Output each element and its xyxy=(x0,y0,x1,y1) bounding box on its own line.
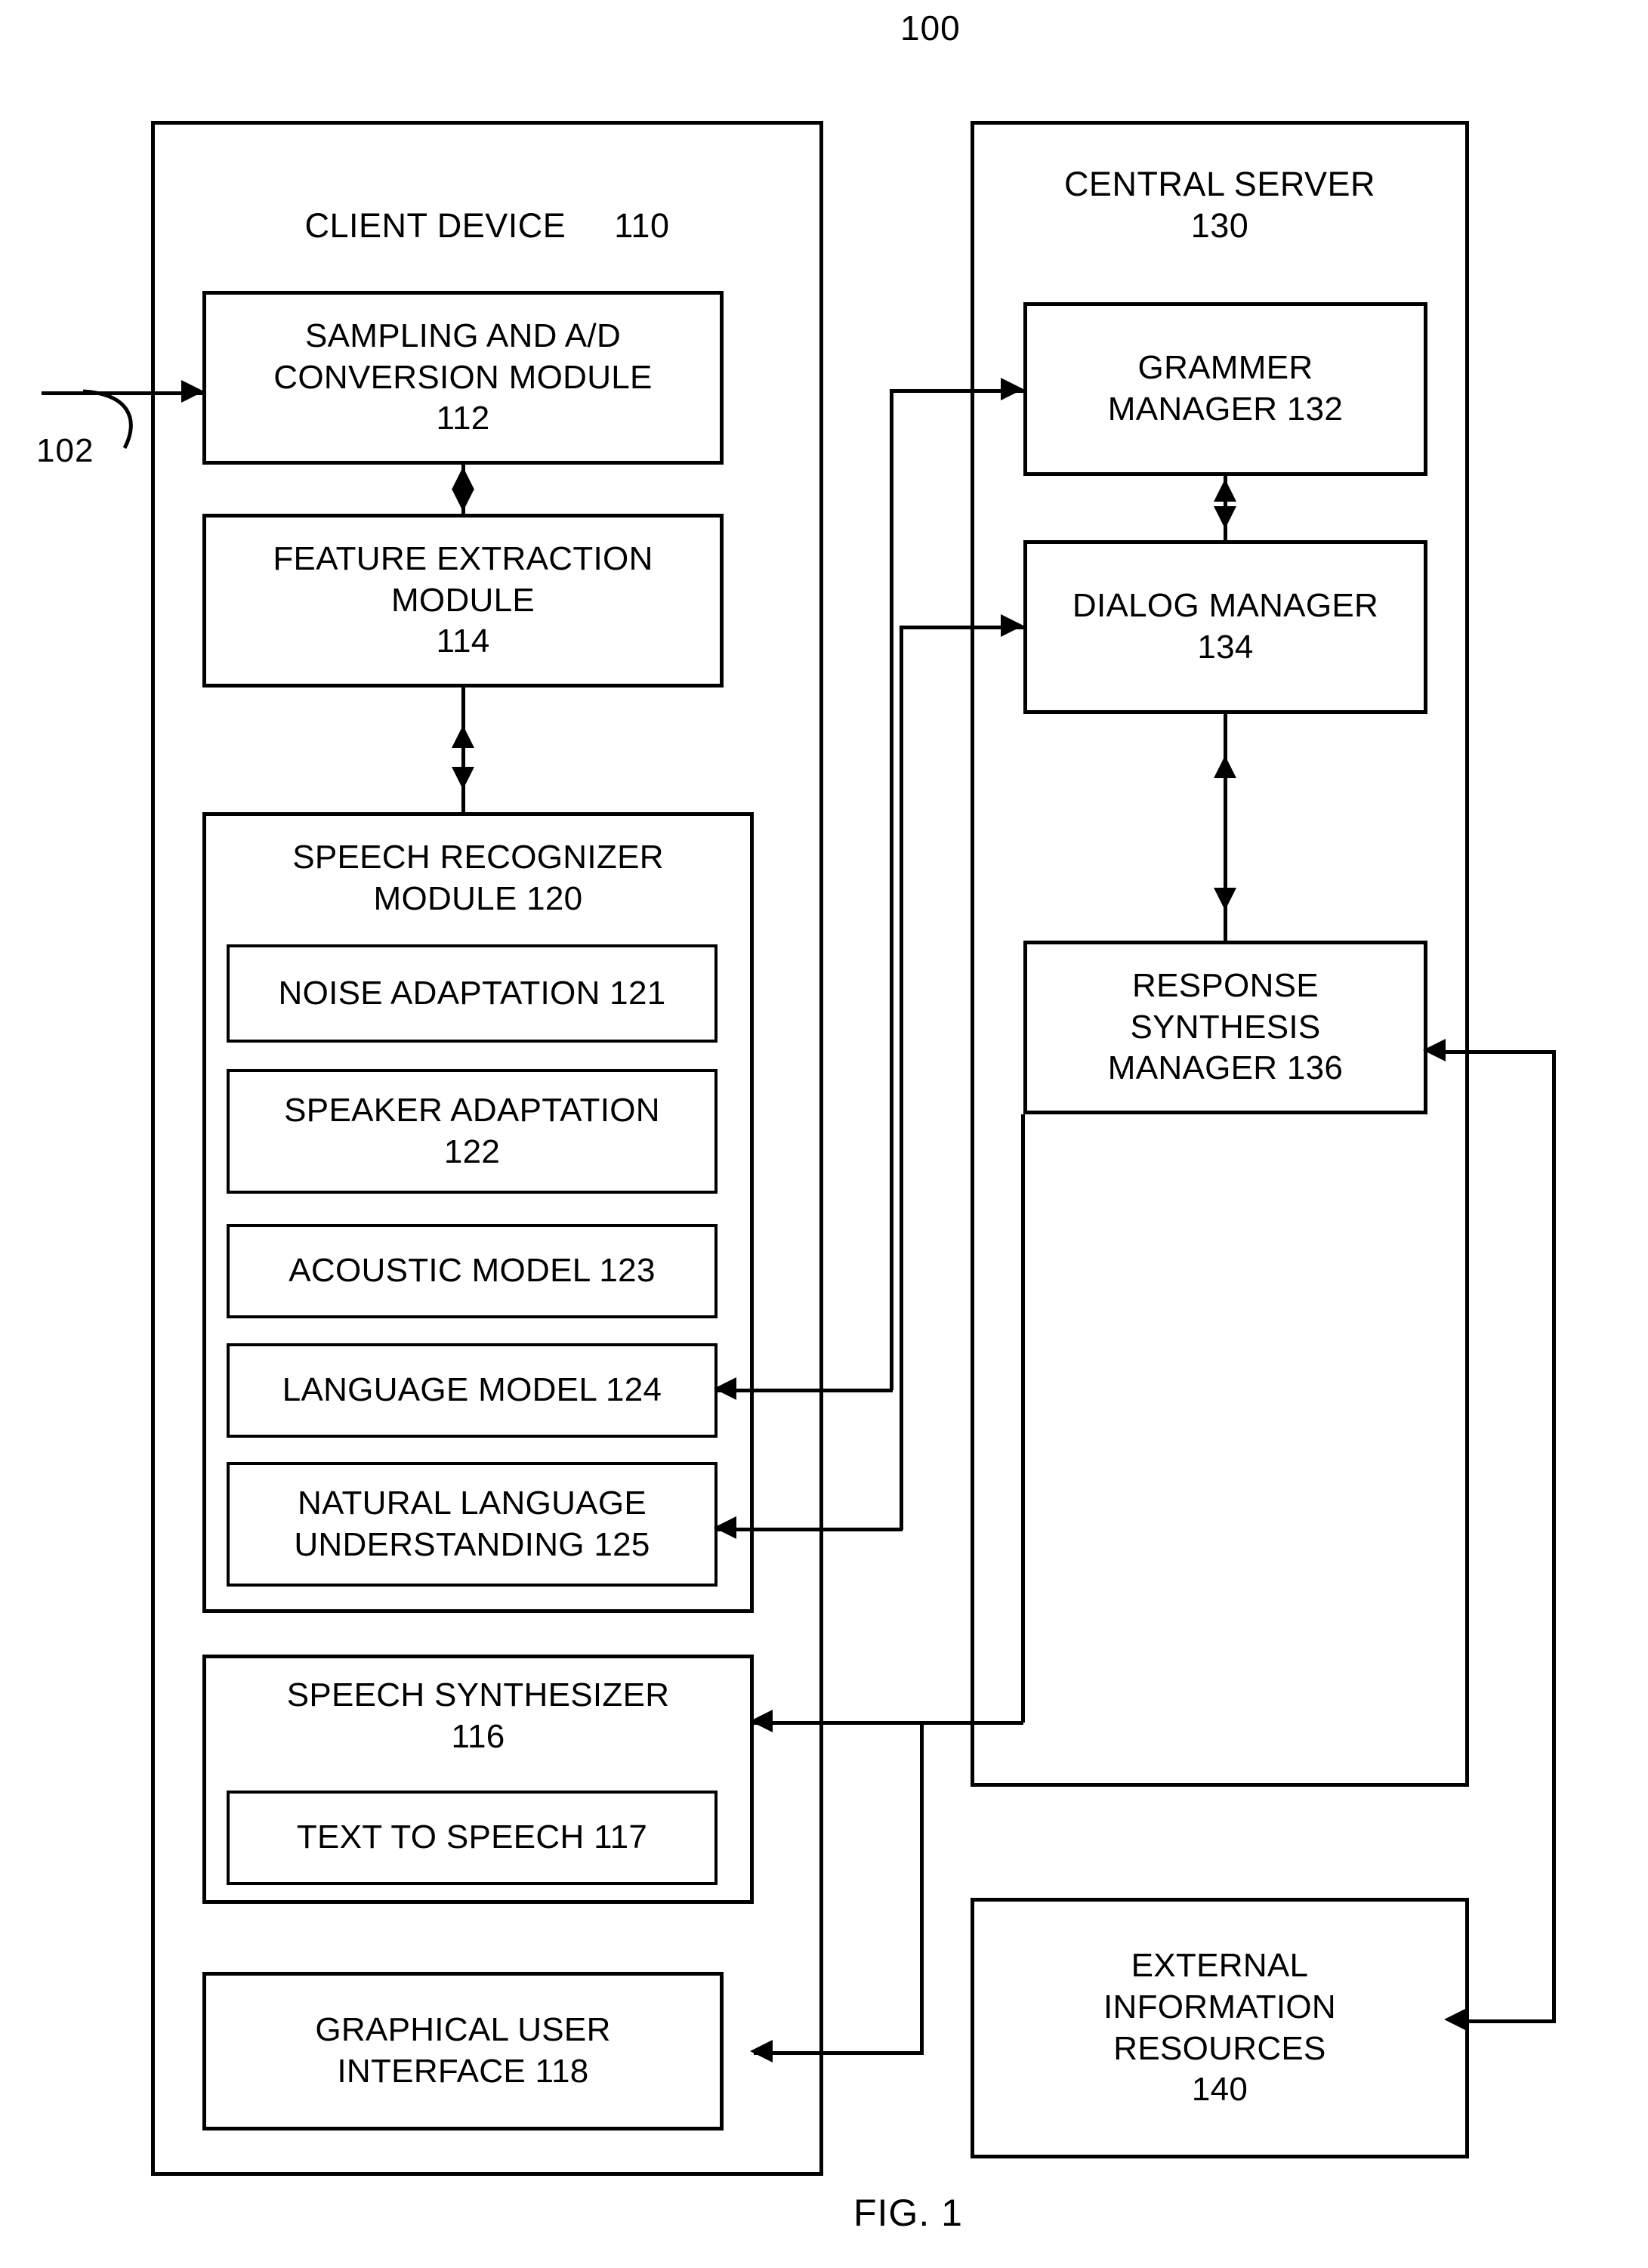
client-device-ref: 110 xyxy=(614,205,670,245)
grammer-to-dialog-up-arrow-icon xyxy=(1214,479,1236,502)
sampling-to-feature-down-arrow-icon xyxy=(452,489,474,511)
grammer-manager-label: GRAMMER MANAGER 132 xyxy=(1107,349,1344,428)
noise-adaptation-label: NOISE ADAPTATION 121 xyxy=(278,974,666,1012)
external-information-resources-input-arrow-icon xyxy=(1444,2008,1467,2031)
speaker-adaptation-box: SPEAKER ADAPTATION 122 xyxy=(227,1069,718,1194)
external-information-resources-label: EXTERNAL INFORMATION RESOURCES 140 xyxy=(1103,1947,1336,2109)
input-signal-arrow-icon xyxy=(181,380,204,403)
client-device-title-text: CLIENT DEVICE xyxy=(304,205,566,245)
nlu-input-arrow-icon xyxy=(714,1516,736,1539)
response-to-synthesizer-vertical xyxy=(1021,1114,1025,1723)
reference-102-leader-line xyxy=(82,389,133,450)
language-model-input-arrow-icon xyxy=(714,1377,736,1400)
dialog-to-response-down-arrow-icon xyxy=(1214,888,1236,910)
graphical-user-interface-box: GRAPHICAL USER INTERFACE 118 xyxy=(202,1972,724,2130)
noise-adaptation-box: NOISE ADAPTATION 121 xyxy=(227,944,718,1043)
speech-recognizer-module-title: SPEECH RECOGNIZER MODULE 120 xyxy=(292,839,664,917)
language-model-to-grammer-vertical xyxy=(890,389,893,1390)
feature-extraction-module: FEATURE EXTRACTION MODULE 114 xyxy=(202,514,724,688)
response-synthesis-manager-input-arrow-icon xyxy=(1423,1039,1446,1061)
text-to-speech-label: TEXT TO SPEECH 117 xyxy=(296,1818,648,1856)
system-reference-number: 100 xyxy=(900,8,961,48)
dialog-manager-input-arrow-icon xyxy=(1001,614,1023,637)
graphical-user-interface-label: GRAPHICAL USER INTERFACE 118 xyxy=(315,2011,611,2090)
grammer-to-dialog-down-arrow-icon xyxy=(1214,506,1236,529)
gui-input-arrow-icon xyxy=(750,2040,773,2063)
dialog-manager-label: DIALOG MANAGER 134 xyxy=(1072,587,1379,666)
nlu-to-dialog-horizontal-lower xyxy=(718,1528,903,1531)
grammer-manager-box: GRAMMER MANAGER 132 xyxy=(1023,302,1427,476)
client-device-title: CLIENT DEVICE 110 xyxy=(155,164,819,247)
server-to-gui-horizontal xyxy=(754,2051,924,2055)
central-server-title: CENTRAL SERVER 130 xyxy=(1063,165,1376,245)
feature-to-recognizer-line xyxy=(461,688,465,812)
natural-language-understanding-box: NATURAL LANGUAGE UNDERSTANDING 125 xyxy=(227,1462,718,1587)
natural-language-understanding-label: NATURAL LANGUAGE UNDERSTANDING 125 xyxy=(294,1484,650,1563)
speaker-adaptation-label: SPEAKER ADAPTATION 122 xyxy=(284,1091,660,1170)
language-model-label: LANGUAGE MODEL 124 xyxy=(282,1371,662,1409)
patent-figure-sheet: 100 CLIENT DEVICE 110 SAMPLING AND A/D CO… xyxy=(0,0,1648,2268)
external-to-response-vertical xyxy=(1552,1050,1556,2023)
dialog-manager-box: DIALOG MANAGER 134 xyxy=(1023,540,1427,714)
response-to-synthesizer-horizontal xyxy=(754,1721,1023,1725)
acoustic-model-box: ACOUSTIC MODEL 123 xyxy=(227,1224,718,1318)
response-synthesis-manager-box: RESPONSE SYNTHESIS MANAGER 136 xyxy=(1023,941,1427,1114)
grammer-manager-input-arrow-icon xyxy=(1001,378,1023,400)
external-to-response-horizontal-upper xyxy=(1434,1050,1556,1054)
language-model-to-grammer-horizontal-lower xyxy=(718,1389,893,1392)
figure-caption: FIG. 1 xyxy=(853,2192,963,2234)
nlu-to-dialog-vertical xyxy=(900,626,903,1530)
external-to-response-horizontal-lower xyxy=(1465,2019,1556,2023)
acoustic-model-label: ACOUSTIC MODEL 123 xyxy=(289,1252,656,1290)
reference-102-label: 102 xyxy=(36,432,94,469)
server-to-gui-vertical xyxy=(920,1721,924,2053)
sampling-to-feature-up-arrow-icon xyxy=(452,467,474,490)
feature-to-recognizer-down-arrow-icon xyxy=(452,767,474,789)
language-model-box: LANGUAGE MODEL 124 xyxy=(227,1343,718,1438)
feature-to-recognizer-up-arrow-icon xyxy=(452,725,474,748)
feature-extraction-module-label: FEATURE EXTRACTION MODULE 114 xyxy=(273,540,653,660)
external-information-resources-box: EXTERNAL INFORMATION RESOURCES 140 xyxy=(971,1898,1469,2158)
sampling-ad-conversion-module: SAMPLING AND A/D CONVERSION MODULE 112 xyxy=(202,291,724,465)
dialog-to-response-up-arrow-icon xyxy=(1214,755,1236,778)
response-synthesis-manager-label: RESPONSE SYNTHESIS MANAGER 136 xyxy=(1107,967,1344,1087)
speech-synthesizer-title: SPEECH SYNTHESIZER 116 xyxy=(286,1676,670,1755)
sampling-ad-conversion-module-label: SAMPLING AND A/D CONVERSION MODULE 112 xyxy=(273,317,653,437)
text-to-speech-box: TEXT TO SPEECH 117 xyxy=(227,1791,718,1885)
speech-synthesizer-input-arrow-icon xyxy=(750,1710,773,1732)
